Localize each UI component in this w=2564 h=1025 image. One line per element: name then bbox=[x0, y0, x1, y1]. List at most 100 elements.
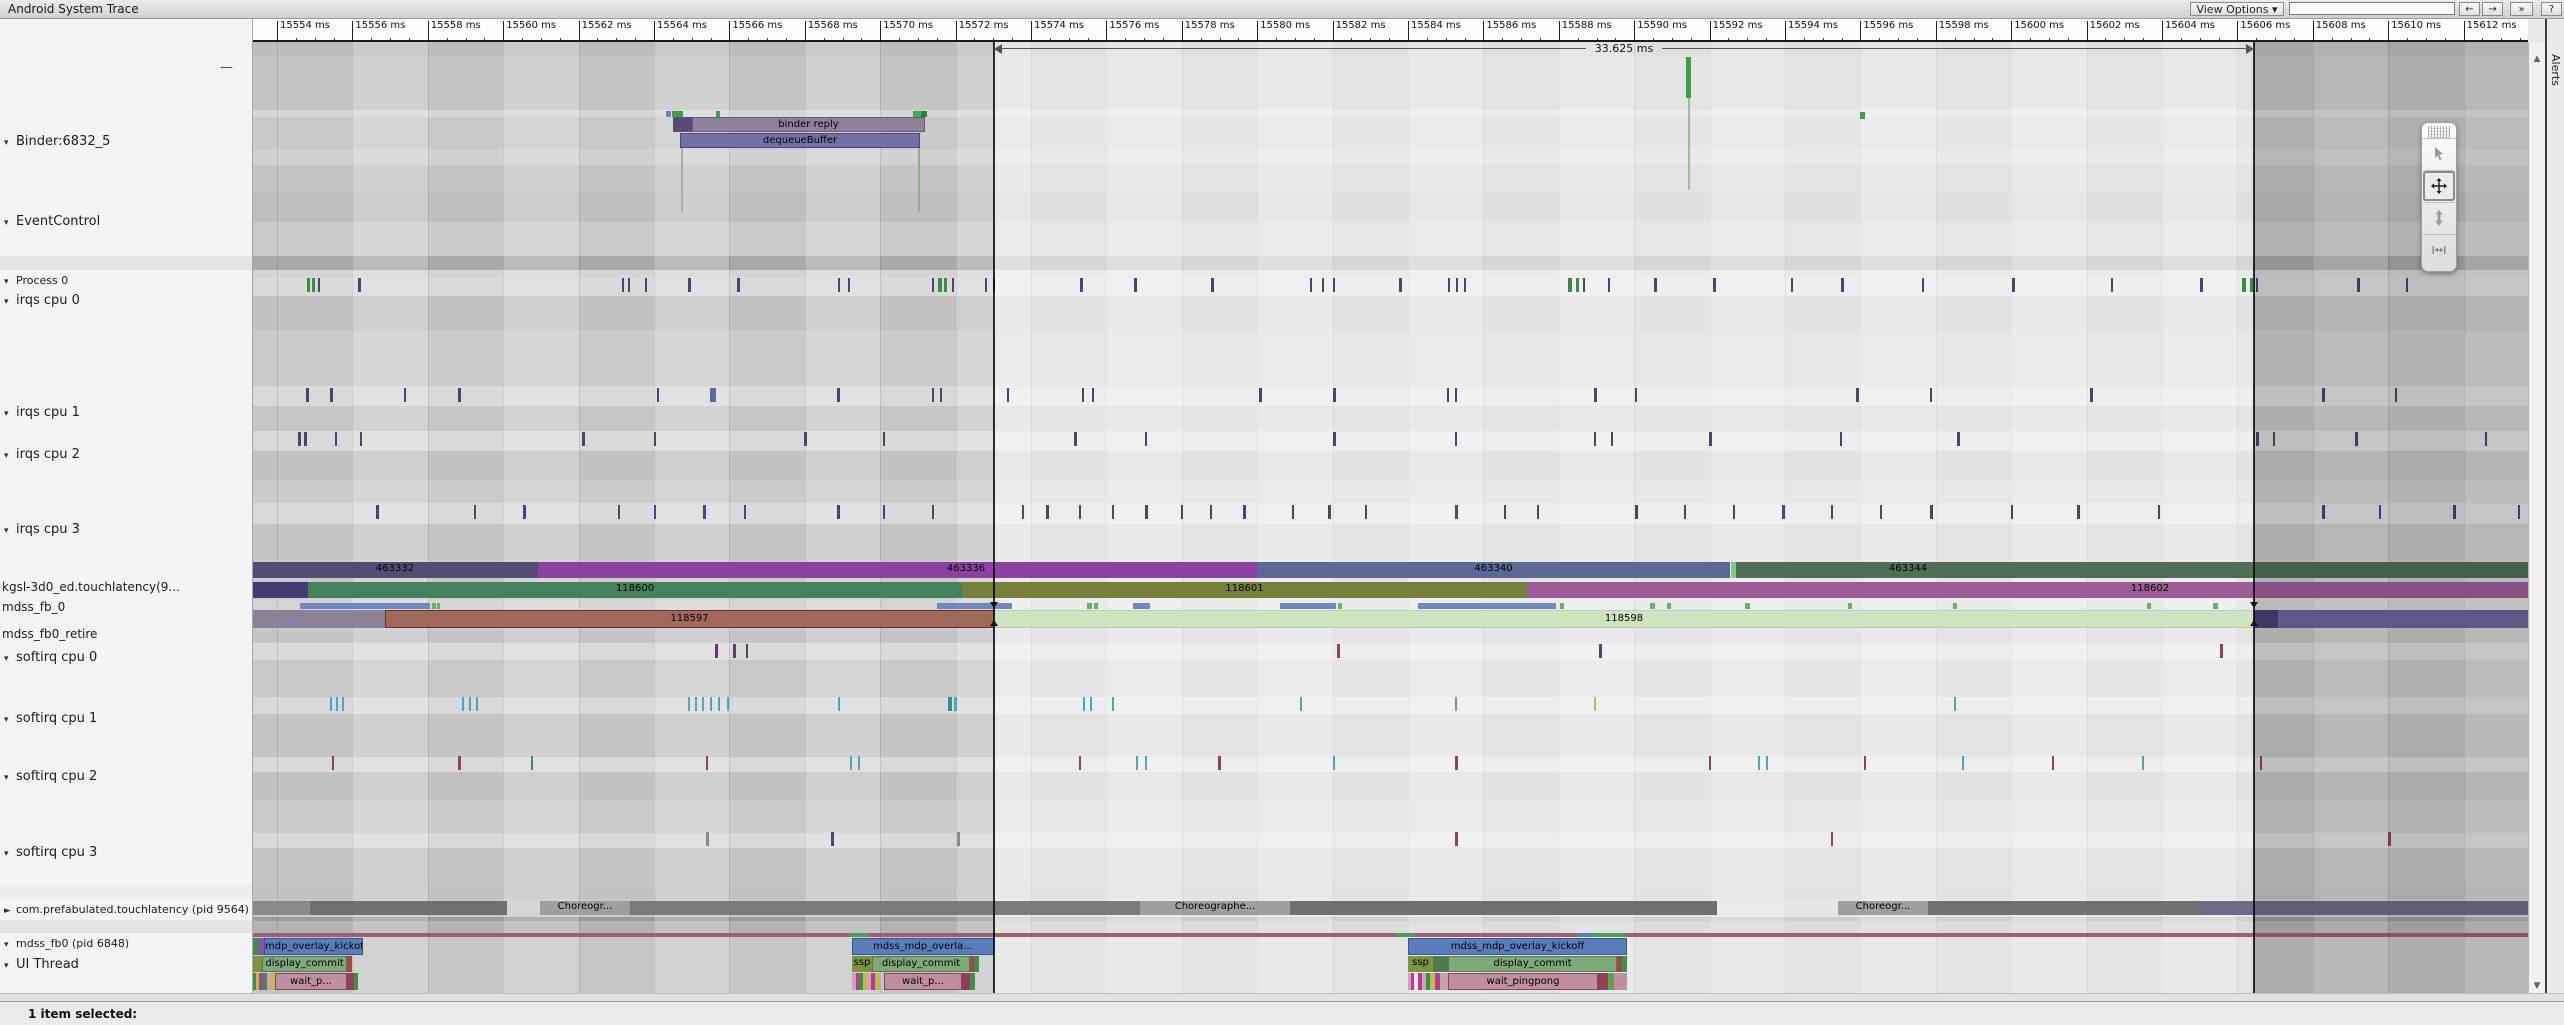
event-tick-irqs-cpu-1[interactable] bbox=[1455, 388, 1457, 402]
event-tick-irqs-cpu-2[interactable] bbox=[1709, 432, 1712, 446]
expanded-arrow-icon[interactable]: ▾ bbox=[4, 138, 16, 148]
event-tick-softirq-cpu-1[interactable] bbox=[1300, 697, 1302, 711]
event-tick-irqs-cpu-0[interactable] bbox=[2111, 278, 2113, 292]
sidebar-item-softirq-cpu-1[interactable]: ▾softirq cpu 1 bbox=[0, 711, 253, 726]
event-tick-softirq-cpu-1[interactable] bbox=[727, 697, 729, 711]
collapse-dash[interactable]: — bbox=[220, 60, 233, 75]
event-tick-retire-strip[interactable] bbox=[1848, 603, 1852, 609]
event-tick-softirq-cpu-2[interactable] bbox=[2052, 756, 2054, 770]
event-tick-irqs-cpu-1[interactable] bbox=[1007, 388, 1009, 402]
event-tick-irqs-cpu-3[interactable] bbox=[1831, 505, 1833, 519]
trace-slice-vsync-line[interactable] bbox=[1578, 933, 1593, 937]
nav-next-button[interactable]: → bbox=[2482, 2, 2503, 16]
expanded-arrow-icon[interactable]: ▾ bbox=[4, 961, 16, 971]
sidebar-item-eventcontrol[interactable]: ▾EventControl bbox=[0, 214, 253, 229]
expanded-arrow-icon[interactable]: ▾ bbox=[4, 654, 16, 664]
sidebar-item-irqs-cpu-3[interactable]: ▾irqs cpu 3 bbox=[0, 522, 253, 537]
scroll-down-icon[interactable]: ▼ bbox=[2529, 981, 2545, 991]
trace-slice-kgsl-3d0[interactable]: 463332 bbox=[252, 562, 538, 578]
event-tick-irqs-cpu-3[interactable] bbox=[1455, 505, 1458, 519]
event-tick-softirq-cpu-2[interactable] bbox=[1218, 756, 1221, 770]
event-tick-irqs-cpu-1[interactable] bbox=[837, 388, 840, 402]
event-tick-irqs-cpu-2[interactable] bbox=[1333, 432, 1336, 446]
event-tick-irqs-cpu-0[interactable] bbox=[2242, 278, 2246, 292]
trace-slice-ui-thread-row3[interactable] bbox=[1440, 973, 1448, 990]
sidebar-item-kgsl-3d0-ed-touchlatency-9-[interactable]: kgsl-3d0_ed.touchlatency(9... bbox=[0, 580, 253, 594]
event-tick-irqs-cpu-3[interactable] bbox=[1504, 505, 1506, 519]
sidebar-item-mdss-fb0-pid-6848-[interactable]: ▾mdss_fb0 (pid 6848) bbox=[0, 937, 253, 950]
event-tick-irqs-cpu-2[interactable] bbox=[1840, 432, 1842, 446]
event-tick-irqs-cpu-0[interactable] bbox=[838, 278, 840, 292]
event-tick-irqs-cpu-0[interactable] bbox=[1322, 278, 1324, 292]
expanded-arrow-icon[interactable]: ▾ bbox=[4, 715, 16, 725]
measure-line-left[interactable] bbox=[993, 42, 995, 993]
event-tick-irqs-cpu-0[interactable] bbox=[1310, 278, 1312, 292]
event-tick-retire-strip[interactable] bbox=[1953, 603, 1957, 609]
event-tick-softirq-cpu-1[interactable] bbox=[330, 697, 332, 711]
event-tick-retire-strip[interactable] bbox=[1650, 603, 1655, 609]
trace-slice-mdss-fb-0[interactable] bbox=[252, 582, 308, 598]
event-tick-irqs-cpu-0[interactable] bbox=[1713, 278, 1716, 292]
measure-line-right[interactable] bbox=[2253, 42, 2255, 993]
event-tick-binder-strip[interactable] bbox=[672, 111, 683, 117]
event-tick-retire-strip[interactable] bbox=[300, 603, 430, 609]
event-tick-irqs-cpu-1[interactable] bbox=[710, 388, 716, 402]
event-tick-irqs-cpu-3[interactable] bbox=[837, 505, 840, 519]
event-tick-retire-strip[interactable] bbox=[2147, 603, 2151, 609]
event-tick-irqs-cpu-0[interactable] bbox=[1333, 278, 1335, 292]
event-tick-irqs-cpu-1[interactable] bbox=[1259, 388, 1262, 402]
trace-slice-ui-thread-row1[interactable]: mdss_mdp_overla... bbox=[852, 938, 994, 955]
trace-slice-ui-thread-row3[interactable]: wait_p... bbox=[884, 973, 962, 990]
trace-slice-ui-thread-row2[interactable] bbox=[253, 956, 262, 972]
event-tick-irqs-cpu-3[interactable] bbox=[1684, 505, 1686, 519]
event-tick-retire-strip[interactable] bbox=[1745, 603, 1750, 609]
event-tick-softirq-cpu-0[interactable] bbox=[2220, 644, 2223, 658]
event-tick-irqs-cpu-0[interactable] bbox=[1583, 278, 1585, 292]
event-tick-retire-strip[interactable] bbox=[1133, 603, 1150, 609]
vertical-scrollbar[interactable]: ▲ ▼ bbox=[2528, 42, 2545, 993]
trace-slice-vsync-line[interactable] bbox=[252, 933, 2528, 937]
sidebar-item-irqs-cpu-0[interactable]: ▾irqs cpu 0 bbox=[0, 293, 253, 308]
event-tick-irqs-cpu-0[interactable] bbox=[985, 278, 987, 292]
event-tick-irqs-cpu-0[interactable] bbox=[1211, 278, 1214, 292]
expanded-arrow-icon[interactable]: ▾ bbox=[4, 849, 16, 859]
event-tick-irqs-cpu-3[interactable] bbox=[654, 505, 656, 519]
help-button[interactable]: ? bbox=[2541, 2, 2562, 16]
event-tick-softirq-cpu-2[interactable] bbox=[1145, 756, 1147, 770]
event-tick-softirq-cpu-1[interactable] bbox=[336, 697, 338, 711]
event-tick-softirq-cpu-3[interactable] bbox=[831, 832, 834, 846]
trace-canvas[interactable]: binder replydequeueBuffer463332463336463… bbox=[252, 42, 2528, 993]
event-tick-irqs-cpu-0[interactable] bbox=[932, 278, 934, 292]
trace-slice-kgsl-3d0[interactable]: 463340 bbox=[1257, 562, 1730, 578]
event-tick-retire-strip[interactable] bbox=[432, 603, 436, 609]
expanded-arrow-icon[interactable]: ▾ bbox=[4, 297, 16, 307]
event-tick-irqs-cpu-2[interactable] bbox=[304, 432, 307, 446]
trace-slice-choreographer-row[interactable] bbox=[253, 901, 310, 915]
pan-tool-button[interactable] bbox=[2422, 170, 2456, 202]
event-tick-softirq-cpu-2[interactable] bbox=[1136, 756, 1138, 770]
event-tick-irqs-cpu-1[interactable] bbox=[2090, 388, 2093, 402]
event-tick-irqs-cpu-0[interactable] bbox=[938, 278, 942, 292]
event-tick-irqs-cpu-0[interactable] bbox=[1922, 278, 1924, 292]
event-tick-irqs-cpu-2[interactable] bbox=[360, 432, 362, 446]
event-tick-softirq-cpu-1[interactable] bbox=[718, 697, 720, 711]
event-tick-irqs-cpu-2[interactable] bbox=[1957, 432, 1960, 446]
event-tick-irqs-cpu-3[interactable] bbox=[1145, 505, 1148, 519]
event-tick-irqs-cpu-0[interactable] bbox=[1576, 278, 1579, 292]
sidebar-item-binder-6832-5[interactable]: ▾Binder:6832_5 bbox=[0, 134, 253, 149]
trace-slice-ui-thread-row3[interactable] bbox=[1598, 973, 1608, 990]
event-tick-retire-strip[interactable] bbox=[437, 603, 440, 609]
event-tick-retire-strip[interactable] bbox=[1560, 603, 1564, 609]
event-tick-irqs-cpu-3[interactable] bbox=[376, 505, 379, 519]
event-tick-irqs-cpu-0[interactable] bbox=[688, 278, 691, 292]
event-tick-irqs-cpu-0[interactable] bbox=[318, 278, 320, 292]
event-tick-irqs-cpu-0[interactable] bbox=[1080, 278, 1083, 292]
event-tick-irqs-cpu-1[interactable] bbox=[330, 388, 333, 402]
trace-slice-ui-thread-row3[interactable]: wait_pingpong bbox=[1448, 973, 1598, 990]
search-input[interactable] bbox=[2289, 2, 2455, 15]
event-tick-softirq-cpu-1[interactable] bbox=[342, 697, 344, 711]
event-tick-irqs-cpu-3[interactable] bbox=[2077, 505, 2080, 519]
palette-grip[interactable] bbox=[2428, 126, 2450, 138]
trace-slice-choreographer-row[interactable] bbox=[630, 901, 1140, 915]
trace-slice-ui-thread-row3[interactable]: wait_p... bbox=[275, 973, 347, 990]
